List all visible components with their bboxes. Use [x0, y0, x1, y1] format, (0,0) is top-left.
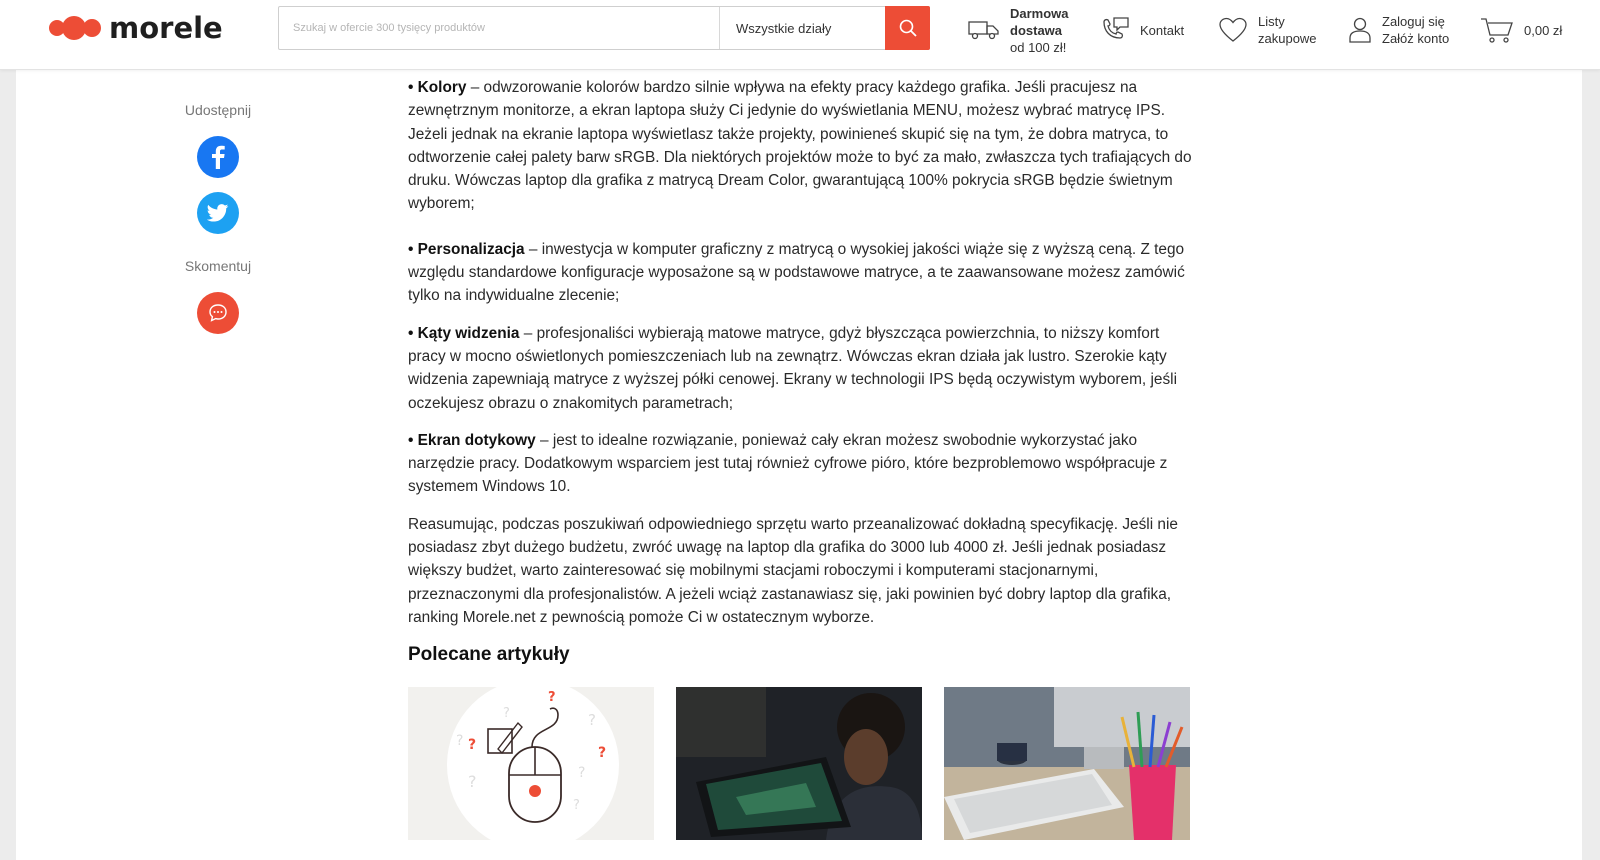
logo-dots-icon	[49, 16, 101, 40]
share-sidebar: Udostępnij Skomentuj	[166, 102, 270, 334]
heart-icon	[1219, 17, 1247, 42]
cart-total: 0,00 zł	[1524, 22, 1563, 38]
article-item-viewing-angles: • Kąty widzenia – profesjonaliści wybier…	[408, 322, 1198, 415]
contact-link[interactable]: Kontakt	[1100, 0, 1184, 60]
recommended-article-card[interactable]: ? ? ? ? ? ? ? ? ?	[408, 687, 654, 840]
article-item-touchscreen: • Ekran dotykowy – jest to idealne rozwi…	[408, 429, 1198, 499]
svg-text:?: ?	[588, 711, 596, 729]
svg-text:?: ?	[456, 733, 463, 749]
login-line2: Załóż konto	[1382, 31, 1450, 46]
search-bar: Wszystkie działy	[278, 6, 930, 50]
search-input[interactable]	[279, 7, 719, 49]
recommended-articles-heading: Polecane artykuły	[408, 644, 570, 666]
item-text: – inwestycja w komputer graficzny z matr…	[408, 240, 1185, 305]
recommended-article-card[interactable]	[676, 687, 922, 840]
svg-text:?: ?	[598, 745, 606, 761]
item-title: • Kolory	[408, 79, 467, 96]
content-page: Udostępnij Skomentuj • Kolory – odwzorow…	[16, 70, 1582, 860]
item-text: – odwzorowanie kolorów bardzo silnie wpł…	[408, 79, 1192, 213]
login-line1: Zaloguj się	[1382, 14, 1445, 29]
svg-text:?: ?	[468, 737, 476, 753]
svg-text:?: ?	[573, 798, 580, 813]
svg-text:?: ?	[548, 690, 556, 705]
logo-text: morele	[109, 11, 223, 45]
truck-icon	[968, 21, 999, 40]
cart-link[interactable]: 0,00 zł	[1480, 0, 1562, 60]
comment-label: Skomentuj	[184, 258, 252, 274]
comment-button[interactable]	[197, 292, 239, 334]
delivery-line3: od 100 zł!	[1010, 39, 1067, 55]
svg-text:?: ?	[468, 772, 477, 791]
morele-logo[interactable]: morele	[49, 11, 223, 45]
article-item-colors: • Kolory – odwzorowanie kolorów bardzo s…	[408, 76, 1198, 216]
item-title: • Personalizacja	[408, 240, 525, 258]
mouse-illustration-image: ? ? ? ? ? ? ? ? ?	[447, 687, 619, 840]
login-link[interactable]: Zaloguj się Załóż konto	[1348, 0, 1449, 60]
tablet-artist-photo-image	[676, 687, 922, 840]
article-summary: Reasumując, podczas poszukiwań odpowiedn…	[408, 515, 1178, 626]
twitter-share-button[interactable]	[197, 192, 239, 234]
delivery-line1: Darmowa	[1010, 5, 1069, 21]
free-delivery-info[interactable]: Darmowa dostawa od 100 zł!	[968, 0, 1069, 60]
recommended-article-card[interactable]	[944, 687, 1190, 840]
top-header: morele Wszystkie działy Darmowa dostawa	[0, 0, 1600, 70]
search-icon	[899, 19, 917, 37]
search-button[interactable]	[885, 6, 930, 50]
article-body: • Kolory – odwzorowanie kolorów bardzo s…	[408, 76, 1198, 691]
share-label: Udostępnij	[184, 102, 252, 118]
article-item-personalization: • Personalizacja – inwestycja w komputer…	[408, 238, 1198, 308]
facebook-icon	[212, 145, 225, 169]
comment-icon	[209, 304, 227, 322]
desk-keyboard-photo-image	[944, 687, 1190, 840]
svg-text:?: ?	[503, 706, 510, 721]
twitter-icon	[207, 204, 229, 222]
recommended-articles: ? ? ? ? ? ? ? ? ?	[408, 687, 1198, 840]
category-select-value: Wszystkie działy	[736, 20, 832, 36]
contact-label: Kontakt	[1140, 22, 1185, 38]
lists-line1: Listy	[1258, 14, 1285, 29]
item-title: • Kąty widzenia	[408, 324, 520, 342]
facebook-share-button[interactable]	[197, 136, 239, 178]
item-text: – profesjonaliści wybierają matowe matry…	[408, 324, 1177, 412]
phone-chat-icon	[1103, 17, 1129, 39]
shopping-lists-link[interactable]: Listy zakupowe	[1218, 0, 1317, 60]
item-title: • Ekran dotykowy	[408, 431, 536, 449]
delivery-line2: dostawa	[1010, 22, 1063, 38]
lists-line2: zakupowe	[1258, 31, 1317, 46]
cart-icon	[1481, 18, 1513, 43]
svg-text:?: ?	[578, 765, 585, 781]
user-icon	[1349, 17, 1371, 43]
